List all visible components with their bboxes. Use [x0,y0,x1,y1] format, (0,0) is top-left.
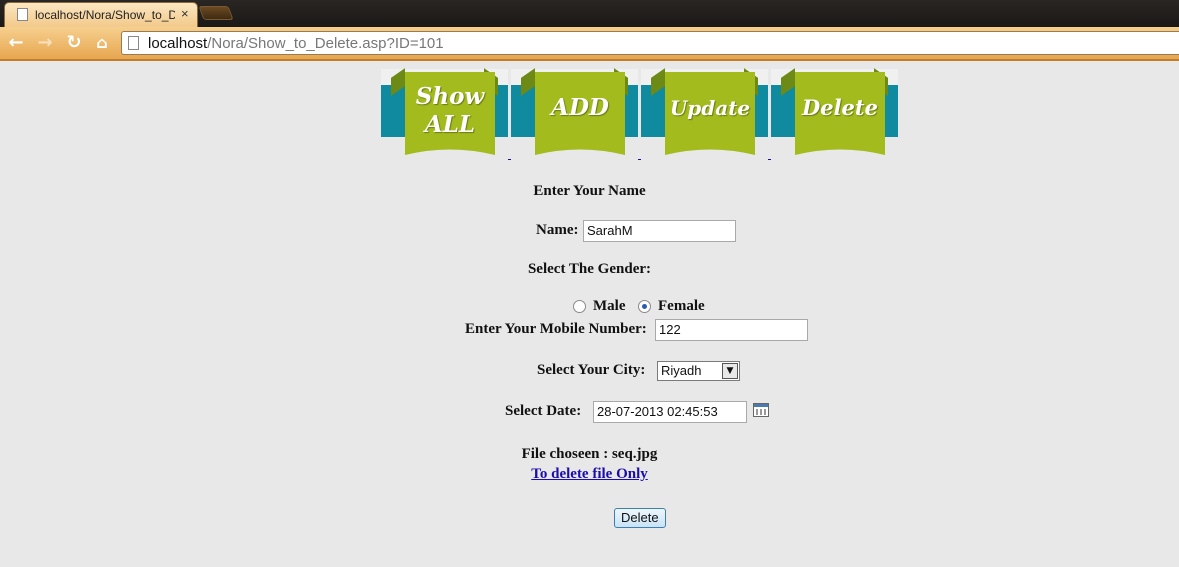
city-label: Select Your City: [537,362,646,378]
name-field[interactable]: SarahM [583,220,736,242]
home-icon[interactable]: ⌂ [92,33,112,53]
name-label: Name: [536,222,579,238]
reload-icon[interactable]: ↻ [64,33,84,53]
nav-label: Delete [802,95,878,120]
tab-strip: localhost/Nora/Show_to_Delete.asp × [0,0,1179,27]
new-tab-button[interactable] [198,6,234,20]
back-icon[interactable]: ← [6,33,26,53]
url-path: /Nora/Show_to_Delete.asp?ID=101 [207,35,444,52]
date-field[interactable]: 28-07-2013 02:45:53 [593,401,747,423]
address-bar[interactable]: localhost/Nora/Show_to_Delete.asp?ID=101 [121,31,1179,55]
mobile-label: Enter Your Mobile Number: [465,321,647,337]
nav-label-line2: ALL [424,111,476,138]
page-icon [17,8,28,21]
nav-label: Update [669,96,751,120]
chevron-down-icon: ▼ [722,363,738,379]
nav-menu: Show ALL ADD Update Delete [381,68,901,164]
tab-title: localhost/Nora/Show_to_Delete.asp [35,8,175,22]
mobile-field[interactable]: 122 [655,319,808,341]
browser-toolbar: ← → ↻ ⌂ localhost/Nora/Show_to_Delete.as… [0,27,1179,61]
delete-file-only-link[interactable]: To delete file Only [531,466,648,482]
nav-label: ADD [551,94,609,121]
gender-label: Select The Gender: [527,261,652,277]
nav-show-all[interactable]: Show ALL [381,68,508,164]
date-label: Select Date: [505,403,582,419]
gender-female-radio[interactable] [638,300,651,313]
url-text: localhost/Nora/Show_to_Delete.asp?ID=101 [148,35,444,52]
gender-male-label: Male [593,298,626,314]
nav-label-line1: Show [415,83,485,110]
url-host: localhost [148,35,208,52]
forward-icon[interactable]: → [35,33,55,53]
browser-tab[interactable]: localhost/Nora/Show_to_Delete.asp × [4,2,198,27]
page-icon [128,36,139,50]
city-select[interactable]: Riyadh ▼ [657,361,740,381]
nav-update[interactable]: Update [641,68,768,164]
delete-button[interactable]: Delete [614,508,666,528]
file-chosen-text: File choseen : seq.jpg [521,446,658,462]
nav-delete[interactable]: Delete [771,68,898,164]
tab-close-icon[interactable]: × [181,6,189,21]
nav-add[interactable]: ADD [511,68,638,164]
calendar-icon[interactable] [753,403,769,417]
city-select-value: Riyadh [661,363,702,378]
gender-male-radio[interactable] [573,300,586,313]
gender-female-label: Female [658,298,705,314]
form-heading: Enter Your Name [533,183,646,199]
